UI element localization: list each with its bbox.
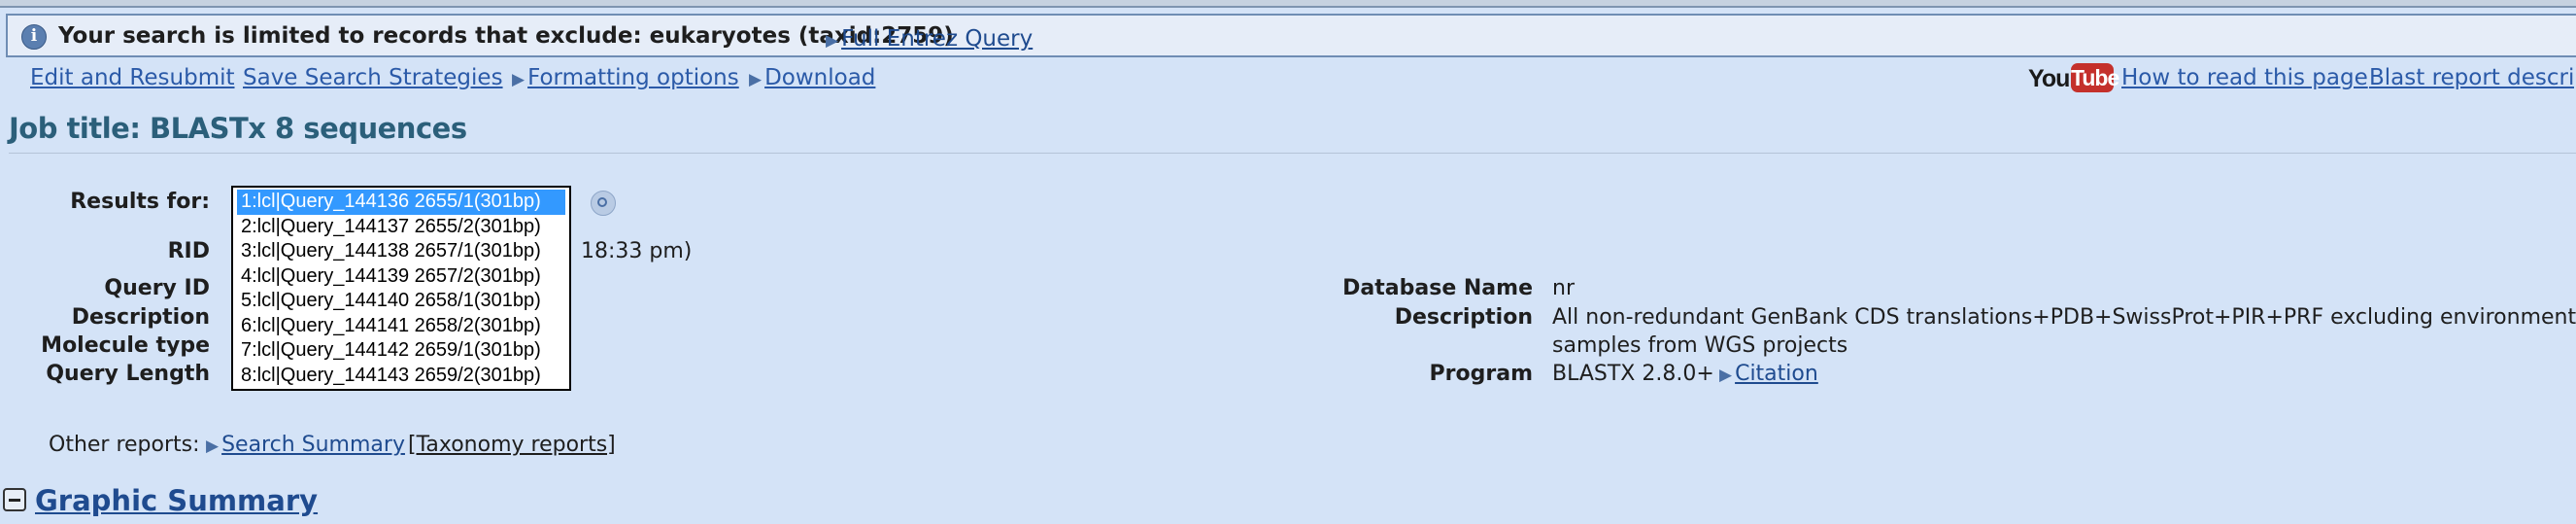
database-name-value: nr — [1552, 276, 1575, 300]
other-reports-label: Other reports: — [49, 433, 200, 457]
download-link[interactable]: ▶ Download — [749, 65, 875, 90]
dropdown-option[interactable]: 3:lcl|Query_144138 2657/1(301bp) — [237, 239, 565, 264]
divider — [9, 153, 2576, 154]
save-search-strategies-link[interactable]: Save Search Strategies — [243, 65, 503, 90]
help-icon[interactable] — [591, 191, 616, 216]
triangle-right-icon: ▶ — [1719, 366, 1733, 385]
formatting-options-link[interactable]: ▶ Formatting options — [512, 65, 739, 90]
dropdown-option[interactable]: 4:lcl|Query_144139 2657/2(301bp) — [237, 264, 565, 290]
query-length-label: Query Length — [46, 362, 210, 386]
dropdown-option[interactable]: 8:lcl|Query_144143 2659/2(301bp) — [237, 364, 565, 389]
report-description-link[interactable]: Blast report description — [2369, 65, 2576, 90]
query-restriction-notice: i Your search is limited to records that… — [6, 14, 2576, 57]
top-border — [0, 0, 2576, 8]
program-label: Program — [1429, 362, 1533, 386]
rid-value: 18:33 pm) — [581, 239, 693, 263]
minus-icon[interactable] — [3, 488, 26, 511]
database-name-label: Database Name — [1342, 276, 1533, 300]
triangle-right-icon: ▶ — [749, 70, 763, 89]
dropdown-option[interactable]: 5:lcl|Query_144140 2658/1(301bp) — [237, 289, 565, 314]
triangle-right-icon: ▶ — [206, 437, 220, 456]
search-summary-link[interactable]: ▶ Search Summary — [206, 433, 405, 457]
dropdown-option[interactable]: 2:lcl|Query_144137 2655/2(301bp) — [237, 215, 565, 240]
graphic-summary-title[interactable]: Graphic Summary — [35, 484, 318, 517]
triangle-right-icon: ▶ — [826, 31, 839, 51]
taxonomy-reports-link[interactable]: [Taxonomy reports] — [408, 433, 616, 457]
how-to-read-link[interactable]: How to read this page — [2121, 65, 2368, 90]
results-for-label: Results for: — [70, 190, 210, 214]
query-description-label: Description — [71, 305, 210, 330]
notice-text: Your search is limited to records that e… — [58, 23, 954, 49]
info-icon: i — [21, 24, 47, 50]
citation-link[interactable]: ▶ Citation — [1719, 362, 1818, 386]
database-description-label: Description — [1394, 305, 1533, 330]
dropdown-option[interactable]: 7:lcl|Query_144142 2659/1(301bp) — [237, 338, 565, 364]
dropdown-option[interactable]: 1:lcl|Query_144136 2655/1(301bp) — [237, 190, 565, 215]
results-for-dropdown[interactable]: 1:lcl|Query_144136 2655/1(301bp) 2:lcl|Qu… — [231, 186, 571, 391]
dropdown-option[interactable]: 6:lcl|Query_144141 2658/2(301bp) — [237, 314, 565, 339]
database-description-line1: All non-redundant GenBank CDS translatio… — [1552, 305, 2576, 330]
molecule-type-label: Molecule type — [41, 333, 210, 358]
query-id-label: Query ID — [104, 276, 210, 300]
edit-resubmit-link[interactable]: Edit and Resubmit — [30, 65, 235, 90]
job-title: Job title: BLASTx 8 sequences — [9, 112, 467, 145]
rid-label: RID — [167, 239, 210, 263]
database-description-line2: samples from WGS projects — [1552, 333, 1848, 358]
full-entrez-query-link[interactable]: ▶ Full Entrez Query — [826, 26, 1033, 52]
triangle-right-icon: ▶ — [512, 70, 525, 89]
youtube-logo[interactable]: You Tube — [2028, 63, 2119, 92]
program-value: BLASTX 2.8.0+ — [1552, 362, 1714, 386]
